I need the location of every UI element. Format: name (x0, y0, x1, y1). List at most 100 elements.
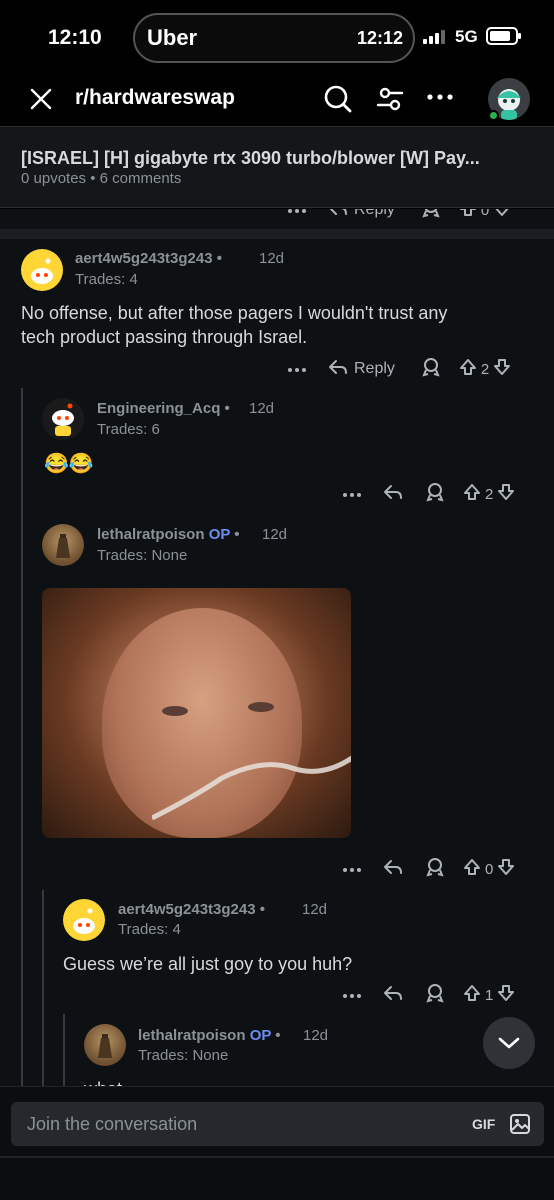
avatar[interactable] (42, 398, 84, 440)
op-badge: OP (249, 1027, 272, 1044)
vote-count: 1 (485, 986, 494, 1004)
signal-icon (423, 30, 445, 44)
comment-trades: Trades: None (97, 547, 188, 564)
island-time: 12:12 (356, 28, 403, 48)
downvote-icon[interactable] (493, 209, 511, 222)
thread-line (63, 1014, 65, 1086)
gif-button[interactable]: GIF (472, 1116, 495, 1132)
network-label: 5G (455, 27, 478, 46)
comment-username[interactable]: lethalratpoison OP • (138, 1027, 281, 1044)
comment-trades: Trades: None (138, 1047, 229, 1064)
post-title[interactable]: [ISRAEL] [H] gigabyte rtx 3090 turbo/blo… (21, 148, 541, 169)
reply-label[interactable]: Reply (354, 209, 395, 219)
avatar[interactable] (21, 249, 63, 291)
reply-icon[interactable] (383, 859, 403, 880)
comment-actions: 0 (343, 856, 515, 882)
meme-eye-left (162, 706, 188, 716)
downvote-icon[interactable] (497, 858, 515, 881)
snoo-icon (52, 403, 74, 436)
more-options-icon[interactable] (427, 92, 453, 102)
more-icon[interactable] (343, 986, 361, 1004)
online-status-dot (488, 110, 499, 121)
more-icon[interactable] (288, 209, 306, 219)
upvote-icon[interactable] (459, 209, 477, 222)
vote-count: 2 (480, 360, 490, 378)
battery-icon (486, 27, 521, 45)
upvote-icon[interactable] (463, 984, 481, 1007)
comment-divider (0, 229, 554, 239)
bottom-divider (0, 1156, 554, 1158)
more-icon[interactable] (343, 485, 361, 503)
post-meta: 0 upvotes • 6 comments (21, 170, 182, 187)
comment-body: No offense, but after those pagers I wou… (21, 303, 448, 347)
award-icon[interactable] (421, 357, 441, 382)
subreddit-title[interactable]: r/hardwareswap (75, 86, 235, 110)
comment-body-partial: what (84, 1077, 122, 1086)
vote-count: 0 (485, 860, 494, 878)
comment-age: 12d (303, 1027, 329, 1044)
downvote-icon[interactable] (497, 984, 515, 1007)
vote-count: 2 (485, 485, 494, 503)
comment-trades: Trades: 4 (118, 921, 181, 938)
snoo-icon (73, 908, 95, 934)
scroll-down-button[interactable] (483, 1017, 535, 1069)
avatar[interactable] (84, 1024, 126, 1066)
close-icon[interactable] (29, 87, 53, 111)
reply-icon[interactable] (383, 484, 403, 505)
thread-line (21, 388, 23, 1086)
comment-username[interactable]: aert4w5g243t3g243 • (118, 901, 265, 918)
filter-icon[interactable] (375, 84, 405, 114)
vote-count: 0 (480, 209, 490, 219)
composer-placeholder[interactable]: Join the conversation (27, 1114, 197, 1135)
comment-username[interactable]: aert4w5g243t3g243 • (75, 250, 222, 267)
op-badge: OP (208, 526, 231, 543)
upvote-icon[interactable] (463, 483, 481, 506)
reply-icon[interactable] (328, 209, 348, 221)
snoo-icon (31, 258, 53, 284)
comment-body: 😂😂 (44, 453, 94, 475)
dynamic-island-uber[interactable]: Uber 12:12 (133, 13, 415, 63)
comment-age: 12d (262, 526, 288, 543)
comment-trades: Trades: 4 (75, 271, 138, 288)
comment-age: 12d (259, 250, 285, 267)
uber-logo: Uber (147, 25, 198, 50)
reply-icon[interactable] (328, 359, 348, 380)
avatar[interactable] (63, 899, 105, 941)
award-icon[interactable] (425, 482, 445, 507)
more-icon[interactable] (288, 360, 306, 378)
image-icon[interactable] (509, 1113, 531, 1135)
comment-age: 12d (302, 901, 328, 918)
comment-composer[interactable]: Join the conversation GIF (11, 1102, 544, 1146)
upvote-icon[interactable] (463, 858, 481, 881)
award-icon[interactable] (425, 857, 445, 882)
comment-age: 12d (249, 400, 275, 417)
comment-username[interactable]: lethalratpoison OP • (97, 526, 240, 543)
reply-label[interactable]: Reply (354, 360, 395, 378)
oxygen-tube-icon (152, 755, 351, 821)
avatar[interactable] (42, 524, 84, 566)
status-time: 12:10 (48, 26, 102, 49)
award-icon[interactable] (421, 209, 441, 223)
comment-feed[interactable]: Reply 0 aert4w5g243t3g243 • 12d Trades: … (0, 209, 554, 1086)
downvote-icon[interactable] (493, 358, 511, 381)
tower-avatar-icon (56, 534, 70, 558)
award-icon[interactable] (425, 983, 445, 1008)
comment-trades: Trades: 6 (97, 421, 160, 438)
chevron-down-icon (498, 1037, 520, 1049)
top-header: r/hardwareswap (0, 76, 554, 126)
thread-line (42, 890, 44, 1086)
comment-actions: Reply 2 (288, 356, 511, 382)
meme-eye-right (248, 702, 274, 712)
upvote-icon[interactable] (459, 358, 477, 381)
reply-icon[interactable] (383, 985, 403, 1006)
search-icon[interactable] (323, 84, 353, 114)
tower-avatar-icon (98, 1034, 112, 1058)
comment-body: Guess we’re all just goy to you huh? (63, 954, 353, 974)
status-bar: 12:10 Uber 12:12 5G (0, 0, 554, 76)
comment-actions: 1 (343, 982, 515, 1008)
downvote-icon[interactable] (497, 483, 515, 506)
comment-username[interactable]: Engineering_Acq • (97, 400, 230, 417)
comment-image[interactable] (42, 588, 351, 838)
partial-action-row: Reply 0 (288, 209, 511, 223)
more-icon[interactable] (343, 860, 361, 878)
